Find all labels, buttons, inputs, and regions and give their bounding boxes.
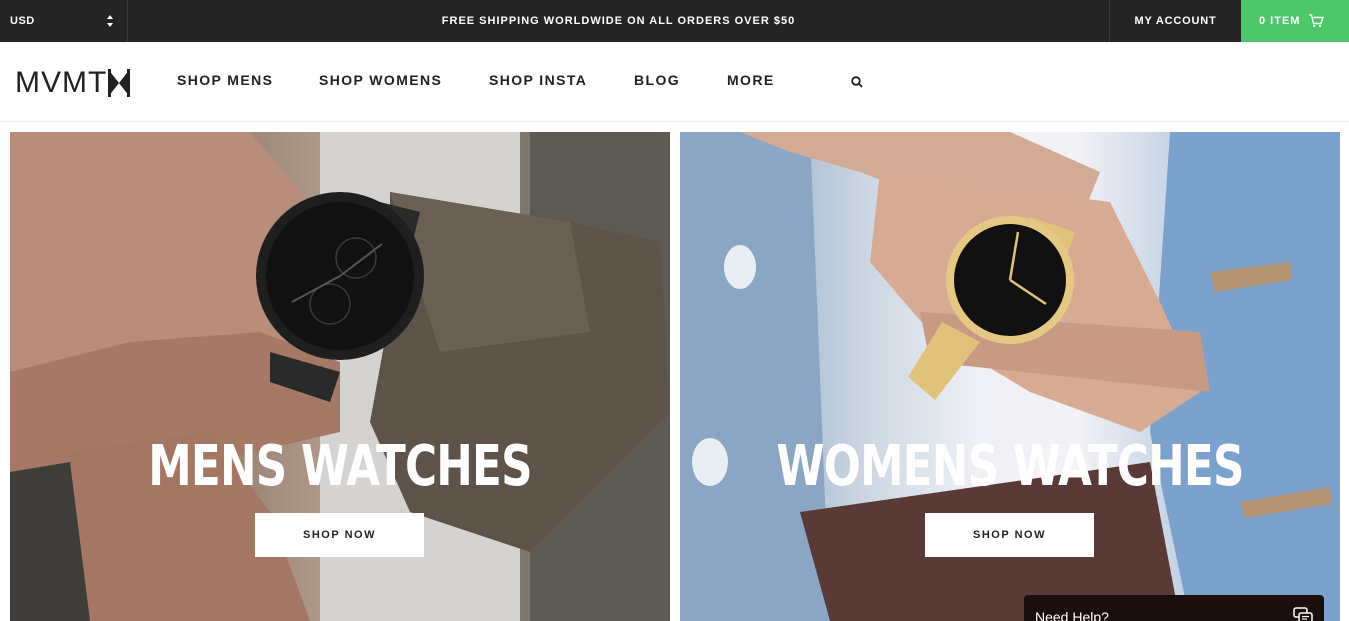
search-icon[interactable] — [850, 75, 864, 89]
my-account-link[interactable]: MY ACCOUNT — [1109, 0, 1241, 42]
nav-shop-mens[interactable]: SHOP MENS — [177, 72, 273, 88]
cart-count: 0 ITEM — [1259, 15, 1301, 27]
cart-button[interactable]: 0 ITEM — [1241, 0, 1349, 42]
currency-label: USD — [10, 15, 35, 27]
top-bar: USD FREE SHIPPING WORLDWIDE ON ALL ORDER… — [0, 0, 1349, 42]
mens-shop-now-button[interactable]: SHOP NOW — [255, 513, 424, 557]
logo-mark-icon — [108, 69, 131, 97]
nav-shop-insta[interactable]: SHOP INSTA — [489, 72, 587, 88]
logo-text: MVMT — [15, 66, 108, 99]
currency-selector[interactable]: USD — [0, 0, 128, 42]
mens-hero-title: MENS WATCHES — [148, 434, 532, 499]
nav-more[interactable]: MORE — [727, 72, 775, 88]
logo[interactable]: MVMT — [15, 66, 131, 99]
chat-label: Need Help? — [1035, 609, 1109, 621]
chat-icon — [1293, 607, 1313, 621]
chat-widget[interactable]: Need Help? — [1024, 595, 1324, 621]
main-nav: MVMT SHOP MENS SHOP WOMENS SHOP INSTA BL… — [0, 42, 1349, 122]
promo-message: FREE SHIPPING WORLDWIDE ON ALL ORDERS OV… — [441, 15, 796, 27]
mens-hero-banner[interactable]: MENS WATCHES SHOP NOW — [10, 132, 670, 621]
womens-hero-title: WOMENS WATCHES — [776, 434, 1244, 499]
nav-blog[interactable]: BLOG — [634, 72, 680, 88]
nav-shop-womens[interactable]: SHOP WOMENS — [319, 72, 442, 88]
cart-icon — [1309, 14, 1325, 28]
womens-shop-now-button[interactable]: SHOP NOW — [925, 513, 1094, 557]
womens-hero-banner[interactable]: WOMENS WATCHES SHOP NOW — [680, 132, 1340, 621]
updown-arrows-icon — [107, 15, 113, 27]
